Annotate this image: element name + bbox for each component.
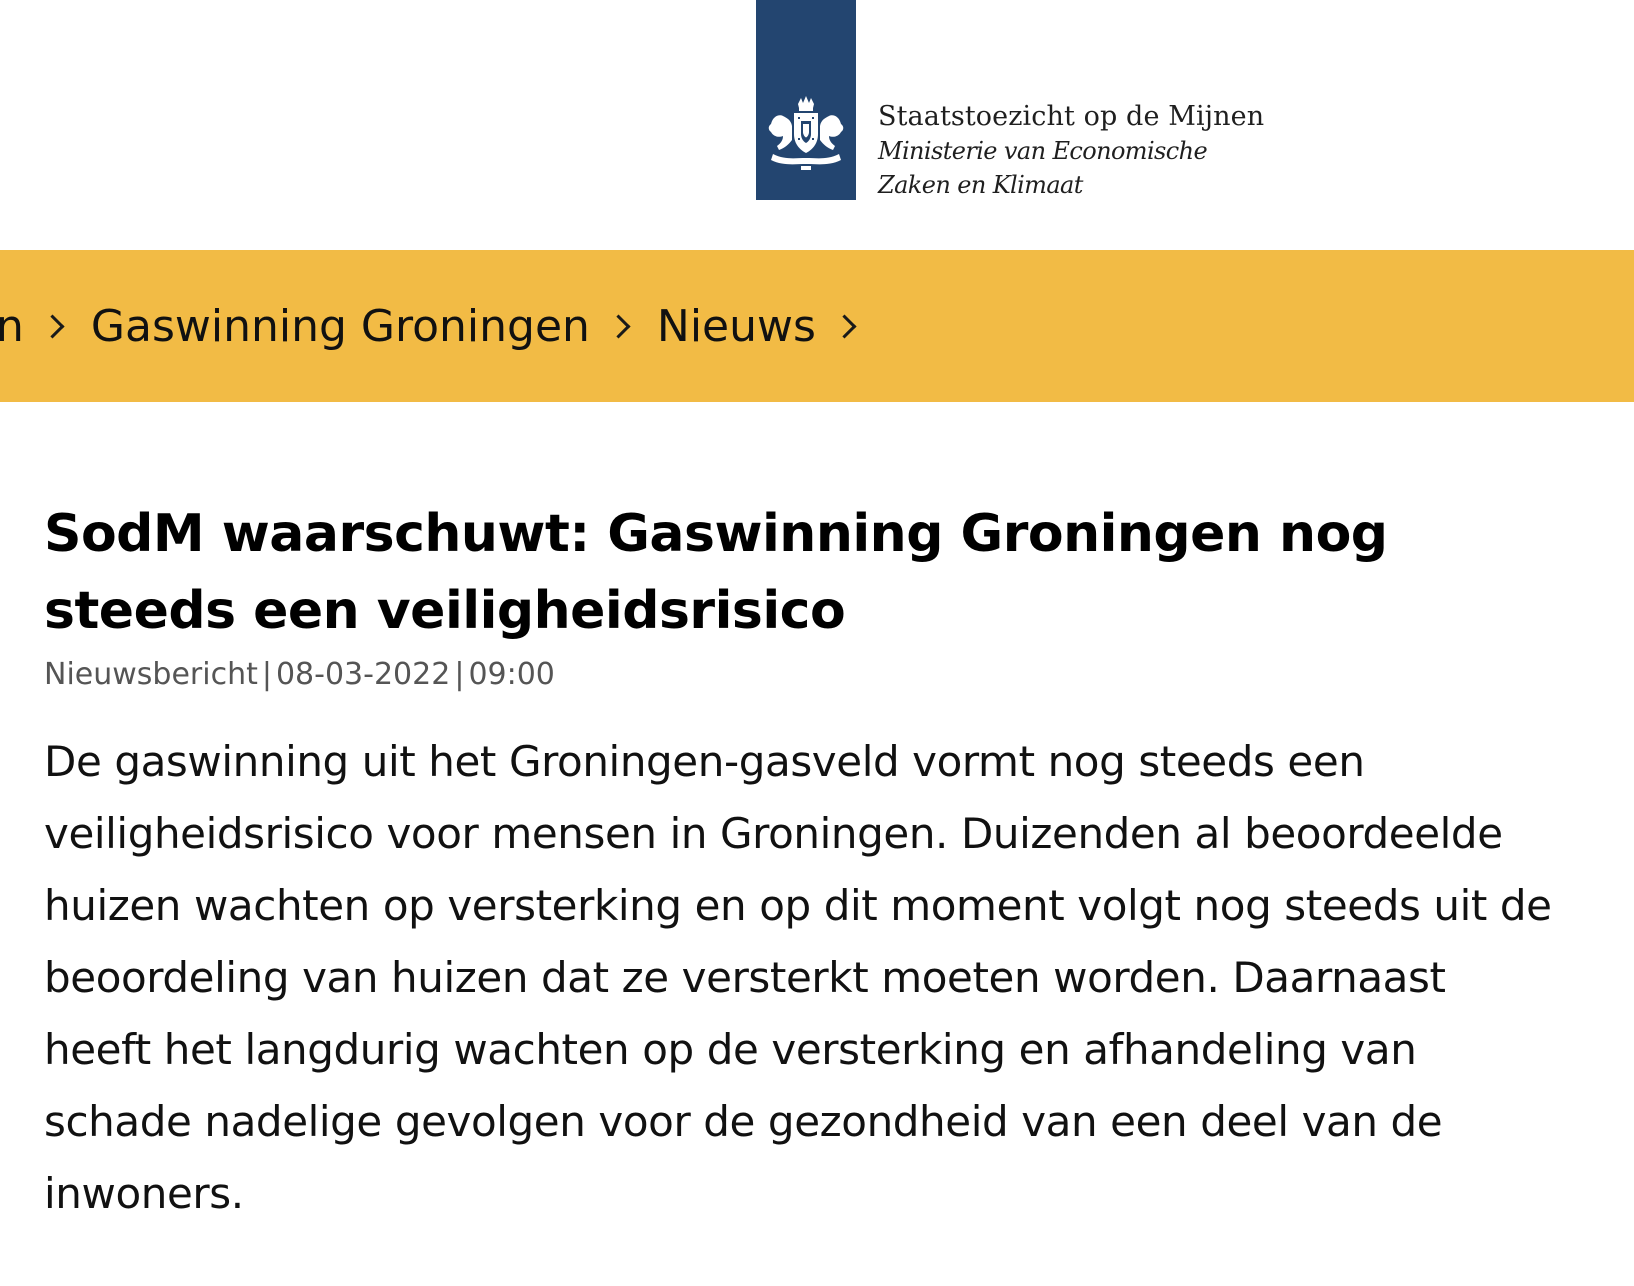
coat-of-arms-icon bbox=[768, 96, 844, 170]
breadcrumb-item-nieuws[interactable]: Nieuws bbox=[657, 301, 816, 352]
article-title: SodM waarschuwt: Gaswinning Groningen no… bbox=[44, 504, 1388, 641]
article-type: Nieuwsbericht bbox=[44, 657, 258, 692]
breadcrumb: n Gaswinning Groningen Nieuws bbox=[0, 250, 1634, 402]
article-meta: Nieuwsbericht | 08-03-2022 | 09:00 bbox=[44, 654, 1564, 696]
meta-separator: | bbox=[261, 657, 272, 692]
article: SodM waarschuwt: Gaswinning Groningen no… bbox=[44, 496, 1564, 1230]
article-lead: De gaswinning uit het Groningen-gasveld … bbox=[44, 737, 1552, 1218]
site-header: Staatstoezicht op de Mijnen Ministerie v… bbox=[0, 0, 1634, 250]
breadcrumb-item-truncated[interactable]: n bbox=[0, 301, 24, 352]
meta-separator: | bbox=[454, 657, 465, 692]
breadcrumb-item-gaswinning-groningen[interactable]: Gaswinning Groningen bbox=[91, 301, 590, 352]
chevron-right-icon bbox=[606, 313, 631, 339]
logo-block bbox=[756, 0, 856, 200]
organisation-name: Staatstoezicht op de Mijnen bbox=[878, 101, 1265, 132]
chevron-right-icon bbox=[832, 313, 857, 339]
breadcrumb-list: n Gaswinning Groningen Nieuws bbox=[0, 250, 883, 402]
ministry-name: Ministerie van Economische Zaken en Klim… bbox=[878, 137, 1208, 199]
chevron-right-icon bbox=[40, 313, 65, 339]
article-date: 08-03-2022 bbox=[275, 657, 451, 692]
article-time: 09:00 bbox=[468, 657, 555, 692]
logo-text: Staatstoezicht op de Mijnen Ministerie v… bbox=[878, 100, 1298, 202]
